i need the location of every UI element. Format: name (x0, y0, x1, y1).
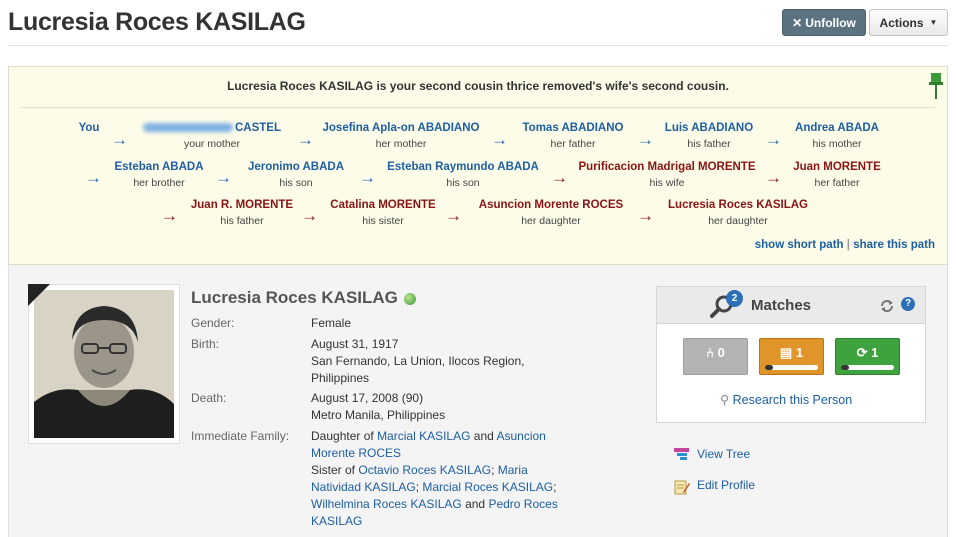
path-node[interactable]: Tomas ABADIANO her father (517, 122, 629, 150)
matches-count-badge: 2 (726, 290, 743, 307)
birth-date: August 31, 1917 (311, 337, 399, 351)
page-title: Lucresia Roces KASILAG (8, 8, 306, 36)
death-date: August 17, 2008 (90) (311, 391, 424, 405)
blurred-name (143, 123, 233, 133)
family-label: Immediate Family: (191, 429, 290, 443)
path-links: show short path | share this path (754, 239, 935, 251)
path-node[interactable]: Juan MORENTE her father (789, 161, 885, 189)
help-icon[interactable]: ? (901, 297, 915, 311)
portrait-image (34, 290, 174, 438)
matches-title: Matches (751, 297, 812, 314)
share-path-link[interactable]: share this path (853, 239, 935, 251)
arrow-right-icon: → (111, 130, 128, 149)
arrow-right-icon: → (85, 168, 102, 187)
relationship-divider (21, 107, 935, 108)
path-node-name: You (78, 122, 100, 134)
death-label: Death: (191, 391, 227, 405)
show-short-path-link[interactable]: show short path (755, 239, 844, 251)
path-node[interactable]: Andrea ABADA his mother (791, 122, 883, 150)
path-node-role: his father (687, 138, 731, 150)
father-link[interactable]: Marcial KASILAG (377, 429, 470, 443)
path-node[interactable]: Esteban ABADA her brother (111, 161, 207, 189)
path-node-role: her daughter (521, 215, 581, 227)
path-node-role: his son (446, 177, 480, 189)
birth-label: Birth: (191, 337, 220, 351)
document-icon: ▤ (779, 345, 793, 360)
smart-progress-bar (841, 365, 894, 370)
arrow-right-icon: → (161, 206, 178, 225)
path-node-role: her brother (133, 177, 185, 189)
profile-name: Lucresia Roces KASILAG (191, 288, 416, 308)
arrow-right-icon: → (637, 130, 654, 149)
path-node-role: her daughter (708, 215, 768, 227)
path-node-role: his wife (649, 177, 685, 189)
path-node-role: your mother (183, 138, 241, 150)
path-node[interactable]: CASTEL your mother (137, 122, 287, 150)
profile-photo[interactable] (28, 284, 180, 444)
research-person-link[interactable]: ⚲ Research this Person (720, 392, 852, 407)
sync-icon: ⟳ (856, 345, 868, 360)
unfollow-button[interactable]: ✕ Unfollow (782, 9, 866, 36)
path-node-role: his father (220, 215, 264, 227)
path-node[interactable]: Lucresia Roces KASILAG her daughter (663, 199, 813, 227)
path-node[interactable]: Catalina MORENTE his sister (327, 199, 439, 227)
relationship-summary: Lucresia Roces KASILAG is your second co… (227, 79, 729, 93)
close-icon: ✕ (792, 15, 803, 30)
arrow-right-icon: → (215, 168, 232, 187)
path-node-role: his son (279, 177, 313, 189)
globe-icon (403, 292, 416, 305)
tree-view-icon (674, 448, 689, 460)
arrow-right-icon: → (445, 206, 462, 225)
arrow-right-icon: → (551, 168, 568, 187)
immediate-family: Daughter of Marcial KASILAG and Asuncion… (311, 429, 558, 528)
smart-matches-button[interactable]: ⟳ 1 (835, 338, 900, 375)
gender-label: Gender: (191, 316, 235, 330)
path-node-role: his sister (362, 215, 404, 227)
pin-icon[interactable] (929, 73, 943, 99)
memorial-ribbon (28, 284, 50, 306)
path-node[interactable]: Jeronimo ABADA his son (241, 161, 351, 189)
edit-profile-link[interactable]: Edit Profile (697, 478, 755, 492)
arrow-right-icon: → (765, 130, 782, 149)
arrow-right-icon: → (491, 130, 508, 149)
path-node[interactable]: Purificacion Madrigal MORENTE his wife (577, 161, 757, 189)
relationship-panel: Lucresia Roces KASILAG is your second co… (8, 66, 948, 265)
path-node-role: her mother (375, 138, 427, 150)
path-node-role: her father (814, 177, 860, 189)
tree-matches-button[interactable]: ⑃ 0 (683, 338, 748, 375)
arrow-right-icon: → (297, 130, 314, 149)
path-node-role: her father (550, 138, 596, 150)
view-tree-link[interactable]: View Tree (697, 447, 750, 461)
arrow-right-icon: → (765, 168, 782, 187)
sibling-link[interactable]: Marcial Roces KASILAG (422, 480, 553, 494)
arrow-right-icon: → (637, 206, 654, 225)
arrow-right-icon: → (301, 206, 318, 225)
header-divider (8, 45, 948, 46)
sibling-link[interactable]: Octavio Roces KASILAG (358, 463, 491, 477)
search-icon: ⚲ (720, 393, 730, 407)
gender-value: Female (311, 316, 352, 330)
death-place: Metro Manila, Philippines (311, 408, 446, 422)
path-node[interactable]: Luis ABADIANO his father (661, 122, 757, 150)
path-node[interactable]: Esteban Raymundo ABADA his son (383, 161, 543, 189)
matches-header: Matches ? (657, 287, 925, 324)
path-node-you[interactable]: You (75, 122, 103, 134)
record-matches-button[interactable]: ▤ 1 (759, 338, 824, 375)
path-node[interactable]: Josefina Apla-on ABADIANO her mother (321, 122, 481, 150)
caret-down-icon: ▼ (929, 18, 938, 27)
record-progress-bar (765, 365, 818, 370)
path-node-role: his mother (812, 138, 862, 150)
actions-dropdown-button[interactable]: Actions ▼ (869, 9, 948, 36)
edit-profile-icon (674, 480, 690, 495)
sibling-link[interactable]: Wilhelmina Roces KASILAG (311, 497, 462, 511)
arrow-right-icon: → (359, 168, 376, 187)
birth-place: San Fernando, La Union, Ilocos Region, P… (311, 354, 525, 385)
path-node[interactable]: Juan R. MORENTE his father (187, 199, 297, 227)
path-node[interactable]: Asuncion Morente ROCES her daughter (471, 199, 631, 227)
tree-icon: ⑃ (706, 345, 714, 360)
refresh-icon[interactable] (879, 298, 895, 314)
